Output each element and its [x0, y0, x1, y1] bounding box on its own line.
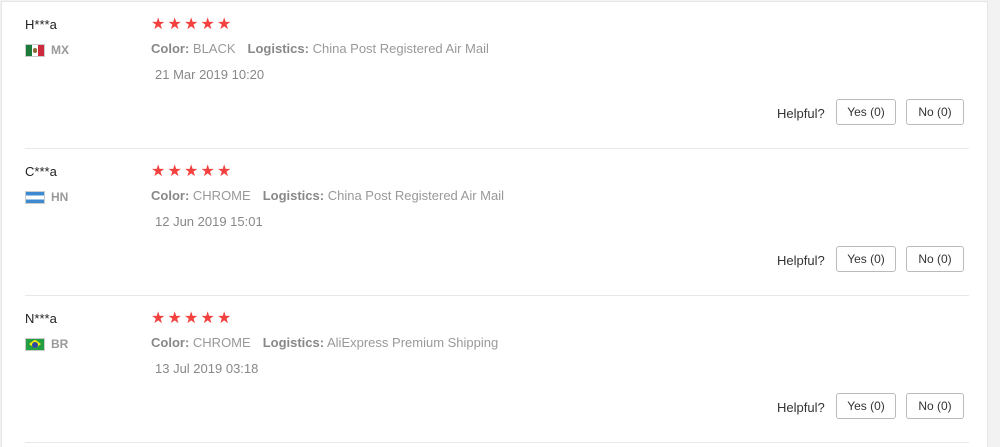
- order-info: Color: BLACK Logistics: China Post Regis…: [151, 41, 489, 56]
- star-rating: ★ ★ ★ ★ ★: [151, 311, 233, 327]
- color-value: CHROME: [192, 335, 251, 350]
- review-date: 13 Jul 2019 03:18: [155, 361, 259, 376]
- logistics-label: Logistics:: [262, 188, 325, 203]
- star-rating: ★ ★ ★ ★ ★: [151, 164, 233, 180]
- star-icon: ★: [184, 163, 199, 180]
- logistics-label: Logistics:: [262, 335, 325, 350]
- order-info: Color: CHROME Logistics: AliExpress Prem…: [151, 335, 498, 350]
- helpful-no-button[interactable]: No (0): [906, 99, 964, 125]
- helpful-no-button[interactable]: No (0): [906, 393, 964, 419]
- logistics-value: China Post Registered Air Mail: [312, 41, 489, 56]
- color-label: Color:: [151, 335, 190, 350]
- star-icon: ★: [167, 310, 182, 327]
- star-icon: ★: [200, 16, 215, 33]
- reviewer-country: MX: [25, 42, 69, 58]
- divider: [25, 442, 969, 443]
- star-icon: ★: [167, 16, 182, 33]
- order-info: Color: CHROME Logistics: China Post Regi…: [151, 188, 504, 203]
- reviews-panel: H***a MX ★ ★ ★ ★ ★ Color: BLACK Logistic…: [1, 1, 988, 447]
- mexico-flag-icon: [25, 43, 45, 57]
- logistics-value: AliExpress Premium Shipping: [327, 335, 499, 350]
- review-date: 21 Mar 2019 10:20: [155, 67, 265, 82]
- reviewer-country: HN: [25, 189, 68, 205]
- star-icon: ★: [151, 16, 166, 33]
- honduras-flag-icon: [25, 190, 45, 204]
- logistics-value: China Post Registered Air Mail: [327, 188, 505, 203]
- star-icon: ★: [184, 16, 199, 33]
- review-item: N***a BR ★ ★ ★ ★ ★ Color: CHROME Logisti…: [2, 296, 989, 443]
- color-value: BLACK: [192, 41, 236, 56]
- logistics-label: Logistics:: [247, 41, 309, 56]
- country-code: HN: [51, 190, 69, 204]
- reviewer-country: BR: [25, 336, 68, 352]
- star-icon: ★: [151, 310, 166, 327]
- color-label: Color:: [151, 41, 190, 56]
- star-icon: ★: [151, 163, 166, 180]
- helpful-yes-button[interactable]: Yes (0): [836, 246, 896, 272]
- star-icon: ★: [217, 310, 232, 327]
- helpful-yes-button[interactable]: Yes (0): [836, 99, 896, 125]
- review-item: C***a HN ★ ★ ★ ★ ★ Color: CHROME Logisti…: [2, 149, 989, 296]
- reviewer-name: C***a: [25, 164, 57, 179]
- color-value: CHROME: [192, 188, 251, 203]
- star-icon: ★: [217, 163, 232, 180]
- reviewer-name: H***a: [25, 17, 57, 32]
- star-icon: ★: [200, 163, 215, 180]
- star-icon: ★: [184, 310, 199, 327]
- star-icon: ★: [167, 163, 182, 180]
- star-rating: ★ ★ ★ ★ ★: [151, 17, 233, 33]
- country-code: MX: [51, 43, 69, 57]
- star-icon: ★: [217, 16, 232, 33]
- star-icon: ★: [200, 310, 215, 327]
- helpful-label: Helpful?: [777, 400, 825, 415]
- review-date: 12 Jun 2019 15:01: [155, 214, 263, 229]
- helpful-yes-button[interactable]: Yes (0): [836, 393, 896, 419]
- brazil-flag-icon: [25, 337, 45, 351]
- helpful-label: Helpful?: [777, 106, 825, 121]
- color-label: Color:: [151, 188, 190, 203]
- reviewer-name: N***a: [25, 311, 57, 326]
- review-item: H***a MX ★ ★ ★ ★ ★ Color: BLACK Logistic…: [2, 2, 989, 149]
- helpful-no-button[interactable]: No (0): [906, 246, 964, 272]
- helpful-label: Helpful?: [777, 253, 825, 268]
- country-code: BR: [51, 337, 69, 351]
